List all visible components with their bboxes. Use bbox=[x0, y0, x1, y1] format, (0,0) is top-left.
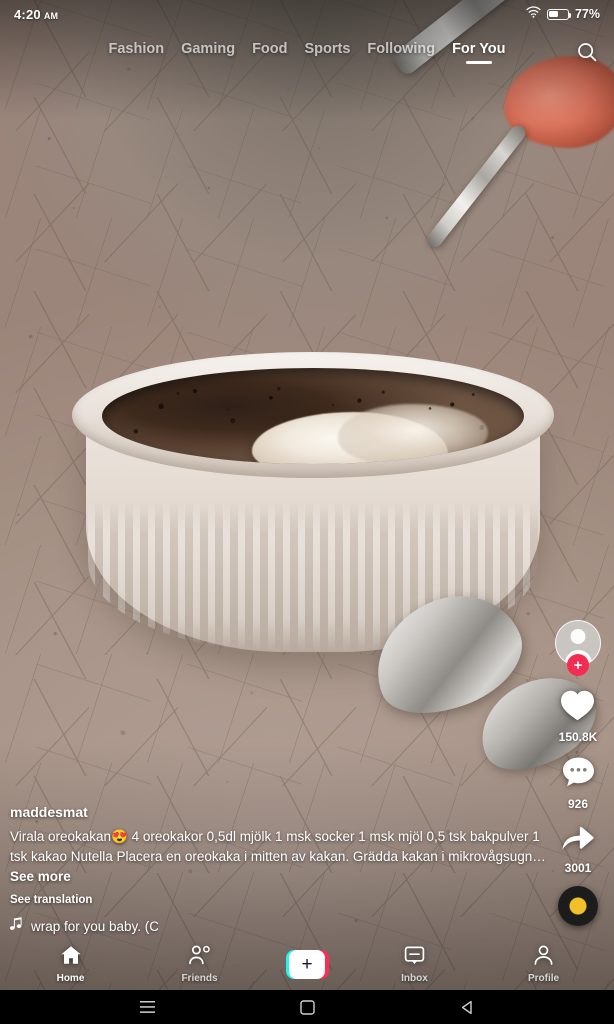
battery-percent: 77% bbox=[574, 7, 600, 21]
bottom-navigation-bar: Home Friends + Inbox Profile bbox=[0, 938, 614, 990]
search-icon[interactable] bbox=[570, 35, 604, 69]
back-icon[interactable] bbox=[454, 994, 480, 1020]
share-button[interactable]: 3001 bbox=[560, 822, 596, 875]
action-rail: + 150.8K 926 3001 bbox=[549, 620, 607, 926]
like-button[interactable]: 150.8K bbox=[558, 688, 598, 744]
phone-screen: 4:20 AM 77% Fashion Gaming Food Sports F… bbox=[0, 0, 614, 1024]
avatar[interactable]: + bbox=[555, 620, 601, 676]
music-title: wrap for you baby. (Cc bbox=[31, 919, 158, 934]
tab-gaming[interactable]: Gaming bbox=[181, 41, 235, 64]
profile-icon bbox=[533, 945, 554, 970]
ramekin-bowl bbox=[72, 352, 610, 788]
feed-tabs: Fashion Gaming Food Sports Following For… bbox=[108, 41, 505, 64]
heart-icon bbox=[559, 688, 596, 727]
clock-ampm: AM bbox=[43, 10, 59, 21]
nav-item-inbox[interactable]: Inbox bbox=[372, 945, 458, 984]
nav-label-home: Home bbox=[56, 972, 85, 984]
description-text: Virala oreokakan😍 4 oreokakor 0,5dl mjöl… bbox=[10, 829, 546, 864]
follow-button[interactable]: + bbox=[567, 654, 589, 676]
inbox-icon bbox=[404, 945, 425, 970]
nav-label-profile: Profile bbox=[527, 972, 560, 984]
nav-label-friends: Friends bbox=[181, 972, 218, 984]
cocoa-dust bbox=[142, 376, 502, 434]
status-clock: 4:20 AM bbox=[14, 7, 58, 22]
author-username[interactable]: maddesmat bbox=[10, 804, 550, 820]
nav-item-home[interactable]: Home bbox=[28, 945, 114, 984]
system-home-icon[interactable] bbox=[294, 994, 320, 1020]
music-note-icon bbox=[10, 917, 23, 936]
top-navigation-bar: Fashion Gaming Food Sports Following For… bbox=[0, 32, 614, 72]
spoon-handle-secondary bbox=[424, 122, 529, 251]
video-description: Virala oreokakan😍 4 oreokakor 0,5dl mjöl… bbox=[10, 827, 550, 887]
see-translation-link[interactable]: See translation bbox=[10, 894, 550, 906]
tab-following[interactable]: Following bbox=[367, 41, 435, 64]
vinyl-record-icon[interactable] bbox=[558, 886, 598, 926]
comment-button[interactable]: 926 bbox=[561, 755, 596, 811]
home-icon bbox=[60, 945, 82, 970]
clock-time: 4:20 bbox=[14, 6, 41, 22]
tab-sports[interactable]: Sports bbox=[305, 41, 351, 64]
tab-fashion[interactable]: Fashion bbox=[108, 41, 164, 64]
tab-food[interactable]: Food bbox=[252, 41, 287, 64]
music-row[interactable]: wrap for you baby. (Cc bbox=[10, 917, 158, 936]
status-bar: 4:20 AM 77% bbox=[0, 0, 614, 28]
android-system-nav bbox=[0, 990, 614, 1024]
friends-icon bbox=[188, 945, 212, 970]
recents-icon[interactable] bbox=[134, 994, 160, 1020]
nav-label-inbox: Inbox bbox=[401, 972, 428, 984]
nav-item-profile[interactable]: Profile bbox=[501, 945, 587, 984]
plus-icon: + bbox=[289, 949, 325, 979]
see-more-link[interactable]: See more bbox=[10, 869, 71, 884]
share-arrow-icon bbox=[560, 822, 596, 858]
tab-for-you[interactable]: For You bbox=[452, 41, 505, 64]
wifi-icon bbox=[526, 5, 541, 23]
nav-item-friends[interactable]: Friends bbox=[157, 945, 243, 984]
battery-icon bbox=[546, 8, 572, 20]
create-button[interactable]: + bbox=[285, 949, 329, 979]
share-count: 3001 bbox=[564, 861, 592, 875]
status-indicators: 77% bbox=[526, 5, 600, 23]
cake-contents bbox=[102, 368, 524, 464]
comment-bubble-icon bbox=[561, 755, 596, 794]
caption-block: maddesmat Virala oreokakan😍 4 oreokakor … bbox=[10, 804, 550, 936]
like-count: 150.8K bbox=[558, 730, 598, 744]
comment-count: 926 bbox=[567, 797, 589, 811]
